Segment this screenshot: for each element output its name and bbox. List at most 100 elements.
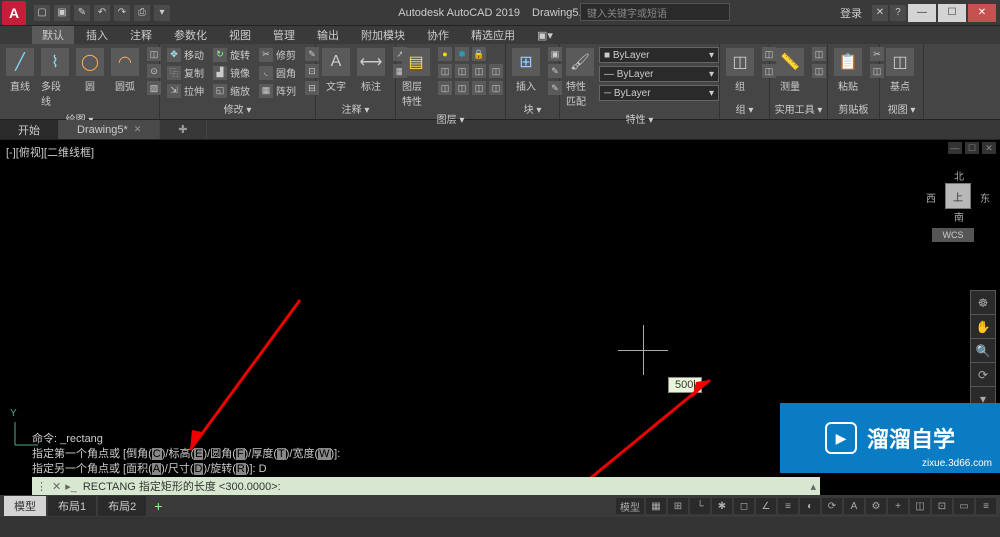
panel-modify-title[interactable]: 修改 ▾ <box>164 100 311 117</box>
panel-group-title[interactable]: 组 ▾ <box>724 100 765 117</box>
tab-output[interactable]: 输出 <box>307 26 349 44</box>
text-button[interactable]: A文字 <box>320 46 352 95</box>
tab-insert[interactable]: 插入 <box>76 26 118 44</box>
polyline-button[interactable]: ⌇多段线 <box>39 46 71 110</box>
tab-annotate[interactable]: 注释 <box>120 26 162 44</box>
base-button[interactable]: ◫基点 <box>884 46 916 95</box>
tab-collab[interactable]: 协作 <box>417 26 459 44</box>
scale-button[interactable]: ◱缩放 <box>210 82 253 99</box>
tab-start[interactable]: 开始 <box>0 120 59 139</box>
util2-icon[interactable]: ◫ <box>809 63 829 79</box>
status-hwacc-icon[interactable]: ⊡ <box>932 498 952 514</box>
tab-view[interactable]: 视图 <box>219 26 261 44</box>
nav-pan-icon[interactable]: ✋ <box>971 315 995 339</box>
status-clean-icon[interactable]: ▭ <box>954 498 974 514</box>
tab-layout2[interactable]: 布局2 <box>98 496 146 516</box>
status-polar-icon[interactable]: ✱ <box>712 498 732 514</box>
tab-expand-icon[interactable]: ▣▾ <box>527 26 563 44</box>
linetype-combo[interactable]: ─ ByLayer▾ <box>599 85 719 101</box>
fillet-button[interactable]: ◟圆角 <box>256 64 299 81</box>
qat-open-icon[interactable]: ▣ <box>54 5 70 21</box>
wcs-label[interactable]: WCS <box>932 228 974 242</box>
window-maximize-button[interactable]: ☐ <box>938 4 966 22</box>
tab-addins[interactable]: 附加模块 <box>351 26 415 44</box>
panel-util-title[interactable]: 实用工具 ▾ <box>774 100 823 117</box>
layer-row2-icon[interactable]: ◫◫◫◫ <box>435 80 506 96</box>
viewcube[interactable]: 北 南 东 西 上 <box>932 170 984 222</box>
status-custom-icon[interactable]: ≡ <box>976 498 996 514</box>
window-close-button[interactable]: ✕ <box>968 4 996 22</box>
qat-redo-icon[interactable]: ↷ <box>114 5 130 21</box>
qat-save-icon[interactable]: ✎ <box>74 5 90 21</box>
measure-button[interactable]: 📏测量 <box>774 46 806 95</box>
nav-wheel-icon[interactable]: ☸ <box>971 291 995 315</box>
match-props-button[interactable]: 🖌特性 匹配 <box>564 46 596 110</box>
status-transparency-icon[interactable]: ◐ <box>800 498 820 514</box>
panel-layer-title[interactable]: 图层 ▾ <box>400 110 501 127</box>
tab-featured[interactable]: 精选应用 <box>461 26 525 44</box>
status-model-button[interactable]: 模型 <box>616 498 644 514</box>
qat-new-icon[interactable]: ▢ <box>34 5 50 21</box>
group-button[interactable]: ◫组 <box>724 46 756 95</box>
status-annoscale-icon[interactable]: A <box>844 498 864 514</box>
status-osnap-icon[interactable]: ◻ <box>734 498 754 514</box>
layer-row1-icon[interactable]: ◫◫◫◫ <box>435 63 506 79</box>
help-icon[interactable]: ? <box>890 5 906 21</box>
circle-button[interactable]: ◯圆 <box>74 46 106 95</box>
arc-button[interactable]: ◠圆弧 <box>109 46 141 95</box>
insert-button[interactable]: ⊞插入 <box>510 46 542 95</box>
nav-zoom-icon[interactable]: 🔍 <box>971 339 995 363</box>
copy-button[interactable]: ⿻复制 <box>164 64 207 81</box>
qat-print-icon[interactable]: ⎙ <box>134 5 150 21</box>
view-label[interactable]: [-][俯视][二维线框] <box>6 144 94 160</box>
tab-add-layout[interactable]: + <box>148 498 168 514</box>
qat-more-icon[interactable]: ▾ <box>154 5 170 21</box>
rotate-button[interactable]: ↻旋转 <box>210 46 253 63</box>
viewport-close-icon[interactable]: ✕ <box>982 142 996 154</box>
panel-clip-title[interactable]: 剪贴板 <box>832 100 875 117</box>
status-ortho-icon[interactable]: └ <box>690 498 710 514</box>
line-button[interactable]: ╱直线 <box>4 46 36 95</box>
array-button[interactable]: ▦阵列 <box>256 82 299 99</box>
layer-props-button[interactable]: ▤图层 特性 <box>400 46 432 110</box>
mirror-button[interactable]: ▟镜像 <box>210 64 253 81</box>
viewport-minimize-icon[interactable]: — <box>948 142 962 154</box>
paste-button[interactable]: 📋粘贴 <box>832 46 864 95</box>
status-otrack-icon[interactable]: ∠ <box>756 498 776 514</box>
window-minimize-button[interactable]: — <box>908 4 936 22</box>
status-isolate-icon[interactable]: ◫ <box>910 498 930 514</box>
move-button[interactable]: ✥移动 <box>164 46 207 63</box>
tab-manage[interactable]: 管理 <box>263 26 305 44</box>
command-line[interactable]: ⋮ ✕ ▸_ RECTANG 指定矩形的长度 <300.0000>: ▴ <box>32 477 820 495</box>
tab-new-button[interactable]: ✚ <box>160 120 206 139</box>
panel-view-title[interactable]: 视图 ▾ <box>884 100 919 117</box>
status-cycle-icon[interactable]: ⟳ <box>822 498 842 514</box>
color-combo[interactable]: ■ ByLayer▾ <box>599 47 719 63</box>
trim-button[interactable]: ✂修剪 <box>256 46 299 63</box>
tab-drawing5[interactable]: Drawing5*✕ <box>59 120 160 139</box>
status-lwt-icon[interactable]: ≡ <box>778 498 798 514</box>
stretch-button[interactable]: ⇲拉伸 <box>164 82 207 99</box>
tab-default[interactable]: 默认 <box>32 26 74 44</box>
panel-props-title[interactable]: 特性 ▾ <box>564 110 715 127</box>
panel-annot-title[interactable]: 注释 ▾ <box>320 100 391 117</box>
cmdline-handle-icon[interactable]: ⋮ <box>36 480 48 493</box>
dynamic-input[interactable]: 500 <box>668 377 702 393</box>
qat-undo-icon[interactable]: ↶ <box>94 5 110 21</box>
nav-orbit-icon[interactable]: ⟳ <box>971 363 995 387</box>
status-snap-icon[interactable]: ⊞ <box>668 498 688 514</box>
tab-model[interactable]: 模型 <box>4 496 46 516</box>
tab-parametric[interactable]: 参数化 <box>164 26 217 44</box>
search-input[interactable]: 键入关键字或短语 <box>580 3 730 21</box>
viewport-maximize-icon[interactable]: ☐ <box>965 142 979 154</box>
status-grid-icon[interactable]: ▦ <box>646 498 666 514</box>
login-button[interactable]: 登录 <box>840 5 862 21</box>
lineweight-combo[interactable]: — ByLayer▾ <box>599 66 719 82</box>
tab-layout1[interactable]: 布局1 <box>48 496 96 516</box>
layer-state1-icon[interactable]: ●❄🔒 <box>435 46 506 62</box>
dimension-button[interactable]: ⟷标注 <box>355 46 387 95</box>
tab-close-icon[interactable]: ✕ <box>134 124 142 135</box>
status-annomonitor-icon[interactable]: + <box>888 498 908 514</box>
app-icon[interactable]: A <box>2 1 26 25</box>
exchange-icon[interactable]: ✕ <box>872 5 888 21</box>
